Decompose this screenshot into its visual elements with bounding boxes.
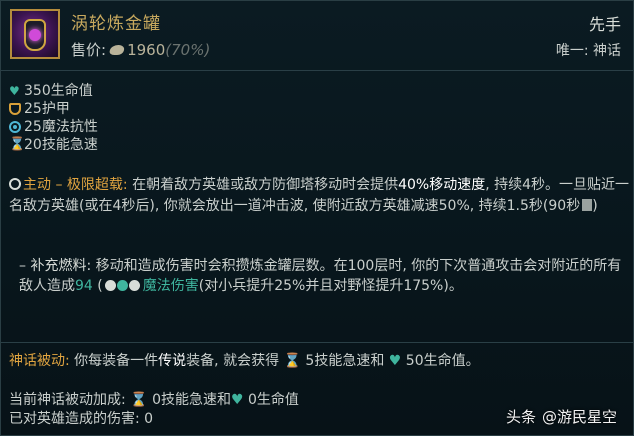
magic-damage-keyword: 魔法伤害 — [142, 278, 199, 294]
stat-magic-resist: 25魔法抗性 — [9, 118, 98, 136]
ad-scaling-icon — [104, 280, 116, 291]
watermark-handle: @游民星空 — [541, 408, 617, 426]
current-label: 当前神话被动加成: — [9, 392, 131, 408]
magic-resist-icon — [9, 121, 21, 133]
legendary-keyword: 传说 — [158, 353, 187, 369]
current-hp: 0生命值 — [243, 392, 299, 408]
damage-dealt-line: 已对英雄造成的伤害: 0 — [9, 411, 154, 427]
paren-open: ( — [92, 278, 103, 294]
mythic-hp: 50生命值。 — [405, 353, 480, 369]
unique-label: 唯一: 神话 — [555, 43, 621, 59]
slot-label: 先手 — [588, 15, 621, 34]
active-icon — [9, 178, 21, 190]
active-text: ) — [592, 198, 598, 214]
stat-ability-haste: ⌛ 20技能急速 — [9, 136, 98, 154]
stat-health: ♥ 350生命值 — [9, 82, 98, 100]
active-description: 主动 – 极限超载: 在朝着敌方英雄或敌方防御塔移动时会提供40%移动速度, 持… — [9, 175, 629, 217]
ability-haste-icon: ⌛ — [130, 392, 153, 408]
jar-core-icon — [29, 29, 41, 41]
mythic-passive-name: 神话被动: — [9, 353, 70, 369]
sub-text: (对小兵提升25%并且对野怪提升175%)。 — [198, 278, 463, 294]
stat-text: 20技能急速 — [24, 137, 98, 153]
item-name: 涡轮炼金罐 — [71, 14, 161, 34]
divider — [1, 342, 634, 343]
health-scaling-icon — [116, 280, 128, 291]
move-speed-keyword: 40%移动速度 — [398, 177, 486, 193]
stat-armor: 25护甲 — [9, 100, 98, 118]
armor-icon — [9, 103, 21, 115]
mythic-passive: 神话被动: 你每装备一件传说装备, 就会获得 ⌛ 5技能急速和 ♥ 50生命值。 — [9, 351, 480, 371]
sub-passive-name: 补充燃料: — [30, 258, 92, 274]
watermark-brand: 头条 — [505, 408, 536, 426]
cooldown-icon — [582, 199, 593, 211]
watermark: 头条 @游民星空 — [506, 406, 623, 427]
ability-haste-icon: ⌛ — [283, 353, 306, 369]
mythic-text: 你每装备一件 — [69, 353, 159, 369]
item-icon — [10, 9, 60, 59]
sub-prefix: – — [19, 258, 26, 274]
stat-text: 350生命值 — [24, 83, 93, 99]
active-text: 在朝着敌方英雄或敌方防御塔移动时会提供 — [127, 177, 399, 193]
damage-value: 94 — [75, 278, 93, 294]
divider — [1, 70, 634, 71]
stats-list: ♥ 350生命值 25护甲 25魔法抗性 ⌛ 20技能急速 — [9, 82, 98, 154]
price-label: 售价: — [71, 41, 107, 59]
price-row: 售价: 1960 (70%) — [71, 39, 210, 60]
mythic-text: 装备, 就会获得 — [186, 353, 284, 369]
current-bonus: 当前神话被动加成: ⌛ 0技能急速和♥ 0生命值 已对英雄造成的伤害: 0 — [9, 391, 299, 429]
heart-icon: ♥ — [230, 392, 244, 408]
sub-passive: – 补充燃料: 移动和造成伤害时会积攒炼金罐层数。在100层时, 你的下次普通攻… — [19, 256, 627, 296]
current-bonus-line: 当前神话被动加成: ⌛ 0技能急速和♥ 0生命值 — [9, 391, 299, 410]
stat-text: 25魔法抗性 — [24, 119, 98, 135]
speed-scaling-icon — [128, 280, 140, 291]
gold-icon — [108, 44, 126, 55]
heart-icon: ♥ — [384, 353, 406, 369]
mythic-haste: 5技能急速和 — [305, 353, 385, 369]
heart-icon: ♥ — [9, 84, 20, 98]
price-percent: (70%) — [165, 40, 211, 59]
stat-text: 25护甲 — [24, 101, 70, 117]
price-value: 1960 — [127, 40, 166, 59]
active-name: 主动 – 极限超载: — [23, 177, 128, 193]
current-haste: 0技能急速和 — [152, 392, 231, 408]
item-tooltip: 涡轮炼金罐 售价: 1960 (70%) 先手 唯一: 神话 ♥ 350生命值 … — [0, 0, 634, 436]
ability-haste-icon: ⌛ — [9, 137, 26, 152]
scaling-icons — [104, 276, 141, 296]
